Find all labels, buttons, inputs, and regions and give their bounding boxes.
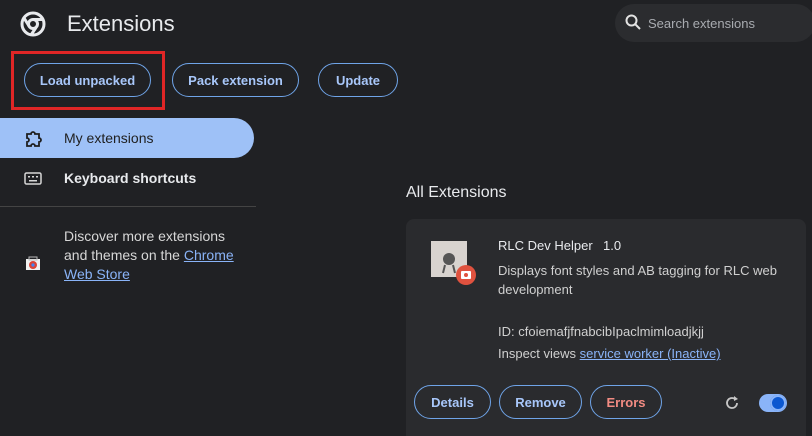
- errors-button[interactable]: Errors: [590, 385, 662, 419]
- service-worker-link[interactable]: service worker (Inactive): [580, 346, 721, 361]
- discover-text: Discover more extensions and themes on t…: [64, 228, 234, 282]
- update-button[interactable]: Update: [318, 63, 398, 97]
- chrome-web-store-icon: [26, 256, 40, 270]
- section-title: All Extensions: [406, 184, 507, 201]
- load-unpacked-button[interactable]: Load unpacked: [24, 63, 151, 97]
- extension-icon: [26, 131, 42, 147]
- chrome-logo-icon: [20, 11, 46, 37]
- search-placeholder: Search extensions: [648, 16, 755, 31]
- sidebar-item-label: My extensions: [64, 130, 154, 146]
- extension-name: RLC Dev Helper: [498, 238, 593, 253]
- pack-extension-button[interactable]: Pack extension: [172, 63, 299, 97]
- record-badge-icon: [456, 265, 476, 285]
- extension-version: 1.0: [603, 238, 622, 253]
- sidebar-item-keyboard-shortcuts[interactable]: Keyboard shortcuts: [64, 170, 196, 186]
- extension-toggle[interactable]: [759, 394, 787, 412]
- inspect-views: Inspect views service worker (Inactive): [498, 346, 721, 361]
- keyboard-icon: [24, 172, 42, 185]
- search-box[interactable]: Search extensions: [615, 4, 812, 42]
- extension-description: Displays font styles and AB tagging for …: [498, 263, 777, 297]
- details-button[interactable]: Details: [414, 385, 491, 419]
- search-icon: [625, 14, 641, 30]
- extension-id: ID: cfoiemafjfnabcibIpaclmimloadjkjj: [498, 324, 704, 339]
- reload-icon[interactable]: [724, 395, 740, 411]
- page-title: Extensions: [67, 11, 175, 36]
- sidebar-divider: [0, 206, 256, 207]
- toggle-knob: [770, 395, 786, 411]
- remove-button[interactable]: Remove: [499, 385, 582, 419]
